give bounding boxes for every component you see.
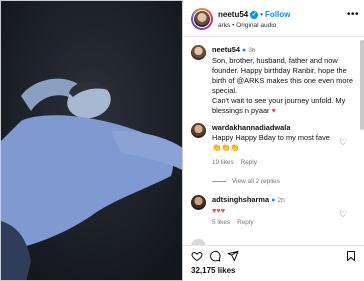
comment-2-meta: 5 likes Reply <box>212 219 260 226</box>
comment-text: ♥♥♥ <box>212 206 226 215</box>
more-icon[interactable]: ••• <box>347 9 359 20</box>
verified-icon: ✓ <box>250 10 259 19</box>
caption-avatar[interactable] <box>191 45 206 60</box>
caption-text: Son, brother, husband, father and now fo… <box>212 56 354 95</box>
share-icon[interactable] <box>227 250 239 262</box>
caption: neetu54 ● 3h Son, brother, husband, fath… <box>212 45 354 116</box>
comment-username[interactable]: wardakhannadiadwala <box>212 123 290 132</box>
comment-avatar[interactable] <box>191 195 206 210</box>
comment-like-heart-icon[interactable]: ♡ <box>339 209 347 220</box>
comment-1: wardakhannadiadwala Happy Happy Bday to … <box>212 123 340 153</box>
comments-list[interactable]: neetu54 ● 3h Son, brother, husband, fath… <box>183 37 359 245</box>
bookmark-icon[interactable] <box>345 250 357 262</box>
comment-time: 2h <box>277 197 285 204</box>
author-avatar[interactable] <box>191 8 213 30</box>
audio-subtitle[interactable]: arks • Original audio <box>218 22 276 29</box>
comment-username[interactable]: adtsinghsharma <box>212 195 269 204</box>
action-bar <box>183 245 364 263</box>
caption-verified-icon: ● <box>242 47 247 54</box>
reply-button[interactable]: Reply <box>241 159 257 166</box>
comment-like-heart-icon[interactable]: ♡ <box>339 137 347 148</box>
follow-button[interactable]: Follow <box>265 10 290 19</box>
caption-time: 3h <box>248 47 256 54</box>
view-replies-link[interactable]: View all 2 replies <box>212 178 280 185</box>
heart-icon[interactable] <box>191 250 203 262</box>
comment-likes[interactable]: 19 likes <box>212 159 234 166</box>
comments-panel: neetu54 ✓ • Follow arks • Original audio ••… <box>183 0 364 281</box>
comments-scrollbar[interactable] <box>360 40 364 130</box>
comment-avatar[interactable] <box>191 123 206 138</box>
post-photo-illustration <box>1 1 182 280</box>
post-image[interactable] <box>0 0 183 281</box>
comment-emoji: 👏👏👏 <box>212 143 240 152</box>
comment-icon[interactable] <box>209 250 221 262</box>
comment-text: Happy Happy Bday to my most fave <box>212 133 330 142</box>
separator-dot: • <box>260 10 264 19</box>
red-heart-icon: ♥ <box>271 106 276 115</box>
post-header: neetu54 ✓ • Follow arks • Original audio ••… <box>191 7 361 37</box>
reply-button[interactable]: Reply <box>237 219 253 226</box>
comment-1-meta: 19 likes Reply <box>212 159 264 166</box>
comment-2: adtsinghsharma ● 2h ♥♥♥ <box>212 195 340 216</box>
likes-count[interactable]: 32,175 likes <box>191 266 235 275</box>
comment-verified-icon: ● <box>271 197 276 204</box>
author-username[interactable]: neetu54 <box>218 10 248 19</box>
avatar-image <box>193 10 211 28</box>
author-line: neetu54 ✓ • Follow <box>218 10 290 19</box>
caption-text-2: Can't wait to see your journey unfold. M… <box>212 96 346 115</box>
comment-likes[interactable]: 5 likes <box>212 219 230 226</box>
caption-username[interactable]: neetu54 <box>212 45 240 54</box>
